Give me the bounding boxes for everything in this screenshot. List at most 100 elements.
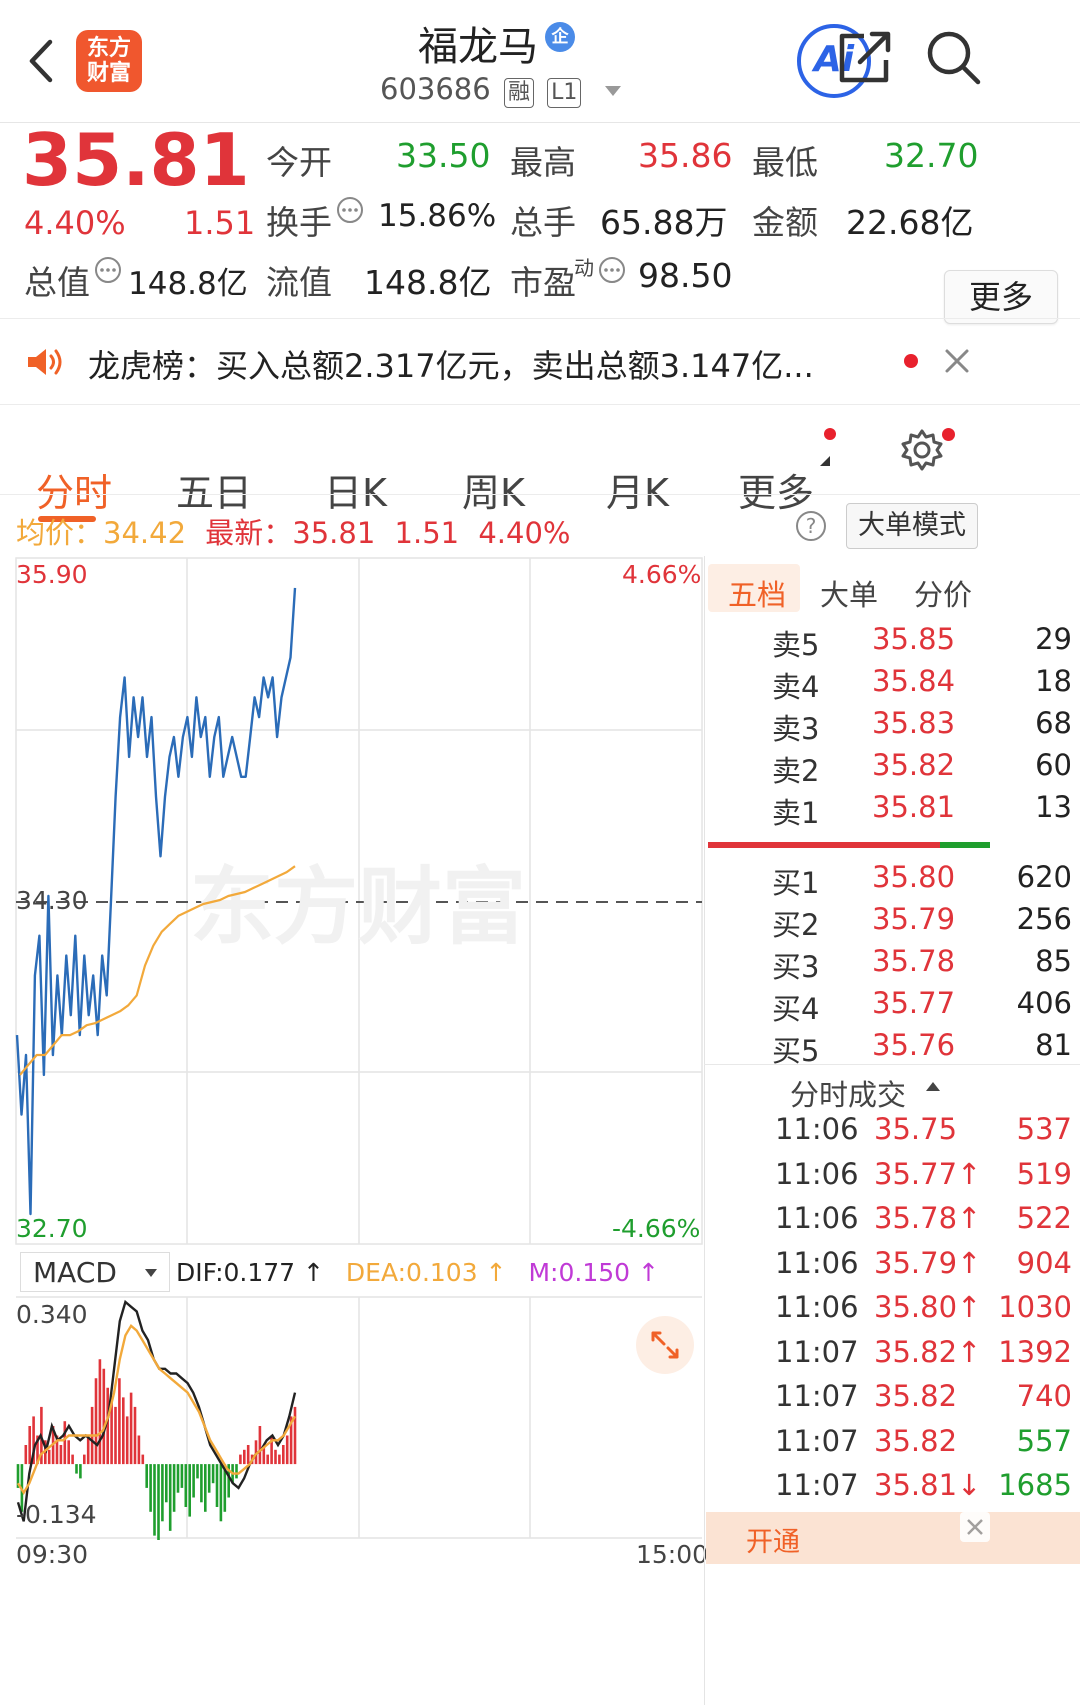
low-label: 最低	[752, 143, 818, 182]
tick-row: 11:07 35.82 740	[772, 1379, 1072, 1427]
promo-banner[interactable]: 开通	[706, 1512, 1080, 1564]
pe-label: 市盈	[510, 263, 576, 302]
total-value: 148.8亿	[128, 266, 248, 302]
dragon-tiger-notice[interactable]: 龙虎榜：买入总额2.317亿元，卖出总额3.147亿...	[88, 341, 814, 387]
tick-volume: 1030	[998, 1290, 1072, 1324]
tick-time: 11:06	[775, 1245, 859, 1280]
tick-row: 11:07 35.82↑ 1392	[772, 1335, 1072, 1383]
latest-value: 35.81	[292, 516, 376, 550]
ask-price: 35.83	[872, 706, 956, 740]
panel-tab-five-levels[interactable]: 五档	[728, 572, 786, 614]
dea-value: DEA:0.103 ↑	[345, 1258, 507, 1287]
info-dots-icon[interactable]	[336, 196, 364, 224]
tick-price: 35.78↑	[874, 1201, 982, 1235]
dif-line	[16, 1299, 297, 1522]
tick-row: 11:06 35.79↑ 904	[772, 1246, 1072, 1294]
ask-price: 35.85	[872, 622, 956, 656]
svg-text:?: ?	[806, 514, 817, 538]
intraday-price-chart[interactable]: 东方财富	[0, 556, 704, 1246]
ask-level-label: 卖3	[772, 712, 820, 746]
bid-volume: 85	[1035, 944, 1072, 978]
close-icon	[967, 1519, 983, 1535]
tick-time: 11:06	[775, 1290, 859, 1324]
tab-intraday[interactable]: 分时	[36, 462, 112, 517]
ask-volume: 18	[1035, 664, 1072, 698]
macd-y-bottom: -0.134	[16, 1500, 97, 1529]
tick-volume: 1685	[998, 1468, 1072, 1502]
share-icon[interactable]	[836, 28, 896, 86]
watermark: 东方财富	[190, 858, 526, 956]
dea-line	[16, 1323, 297, 1496]
macd-y-top: 0.340	[16, 1300, 88, 1329]
float-label: 流值	[266, 263, 332, 302]
ticks-collapse-icon[interactable]	[926, 1082, 940, 1091]
divider	[0, 494, 1080, 495]
info-dots-icon[interactable]	[94, 256, 122, 284]
app-header: 东方 财富 福龙马 企 603686 融 L1 Ai	[0, 0, 1080, 123]
expand-chart-button[interactable]	[636, 1316, 694, 1374]
banner-close-button[interactable]	[960, 1512, 990, 1542]
ask-row[interactable]: 卖1 35.81 13	[772, 790, 1072, 834]
ask-price: 35.82	[872, 748, 956, 782]
search-icon[interactable]	[924, 28, 984, 88]
open-value: 33.50	[396, 136, 491, 175]
m-value: M:0.150 ↑	[528, 1258, 659, 1287]
ask-level-label: 卖2	[772, 754, 820, 788]
settings-gear-icon[interactable]	[900, 428, 944, 472]
tick-price: 35.79↑	[874, 1245, 982, 1280]
tab-five-day[interactable]: 五日	[176, 462, 252, 517]
amount-label: 金额	[752, 203, 818, 242]
tick-price: 35.75	[874, 1112, 958, 1146]
ticks-title: 分时成交	[790, 1078, 907, 1112]
more-quote-button[interactable]: 更多	[944, 270, 1058, 324]
notice-red-dot	[904, 354, 918, 368]
big-order-mode-button[interactable]: 大单模式	[846, 503, 978, 549]
enterprise-badge: 企	[545, 22, 575, 52]
avg-label: 均价：	[16, 516, 104, 550]
tab-monthly-k[interactable]: 月K	[606, 462, 669, 517]
tab-more-red-dot	[824, 428, 836, 440]
tab-daily-k[interactable]: 日K	[324, 462, 387, 517]
bid-price: 35.80	[872, 860, 956, 894]
ask-row[interactable]: 卖4 35.84 18	[772, 664, 1072, 708]
bid-row[interactable]: 买3 35.78 85	[772, 944, 1072, 988]
panel-tab-big-orders[interactable]: 大单	[820, 572, 878, 614]
ask-price: 35.84	[872, 664, 956, 698]
tab-more[interactable]: 更多	[738, 462, 814, 517]
bid-level-label: 买2	[772, 908, 820, 942]
bid-price: 35.79	[872, 902, 956, 936]
divider	[704, 1064, 1080, 1065]
ask-row[interactable]: 卖3 35.83 68	[772, 706, 1072, 750]
bid-price: 35.76	[872, 1028, 956, 1062]
dropdown-caret-icon[interactable]	[604, 86, 621, 96]
pe-sup: 动	[574, 256, 594, 280]
low-value: 32.70	[884, 136, 979, 175]
bid-row[interactable]: 买4 35.77 406	[772, 986, 1072, 1030]
back-arrow-icon[interactable]	[26, 38, 56, 84]
tick-row: 11:07 35.81↓ 1685	[772, 1468, 1072, 1516]
tick-time: 11:07	[775, 1334, 859, 1369]
high-value: 35.86	[638, 136, 733, 175]
ask-level-label: 卖5	[772, 628, 820, 662]
help-icon[interactable]: ?	[795, 510, 827, 542]
bid-level-label: 买3	[772, 950, 820, 984]
bid-row[interactable]: 买2 35.79 256	[772, 902, 1072, 946]
tick-price: 35.82	[874, 1423, 958, 1458]
ask-row[interactable]: 卖5 35.85 29	[772, 622, 1072, 666]
macd-chart[interactable]	[0, 1296, 704, 1540]
x-axis-start: 09:30	[16, 1540, 89, 1569]
close-icon[interactable]	[944, 348, 970, 374]
info-dots-icon[interactable]	[598, 256, 626, 284]
open-label: 今开	[266, 143, 332, 182]
pct-axis-top: 4.66%	[622, 560, 702, 589]
indicator-select[interactable]: MACD	[20, 1252, 170, 1292]
panel-tab-price-distribution[interactable]: 分价	[914, 572, 972, 614]
tick-time: 11:07	[775, 1423, 859, 1458]
bid-row[interactable]: 买5 35.76 81	[772, 1028, 1072, 1072]
ask-volume: 29	[1035, 622, 1072, 656]
ask-row[interactable]: 卖2 35.82 60	[772, 748, 1072, 792]
tab-weekly-k[interactable]: 周K	[462, 462, 525, 517]
latest-pct: 4.40%	[478, 516, 571, 550]
latest-change: 1.51	[394, 516, 460, 550]
bid-row[interactable]: 买1 35.80 620	[772, 860, 1072, 904]
